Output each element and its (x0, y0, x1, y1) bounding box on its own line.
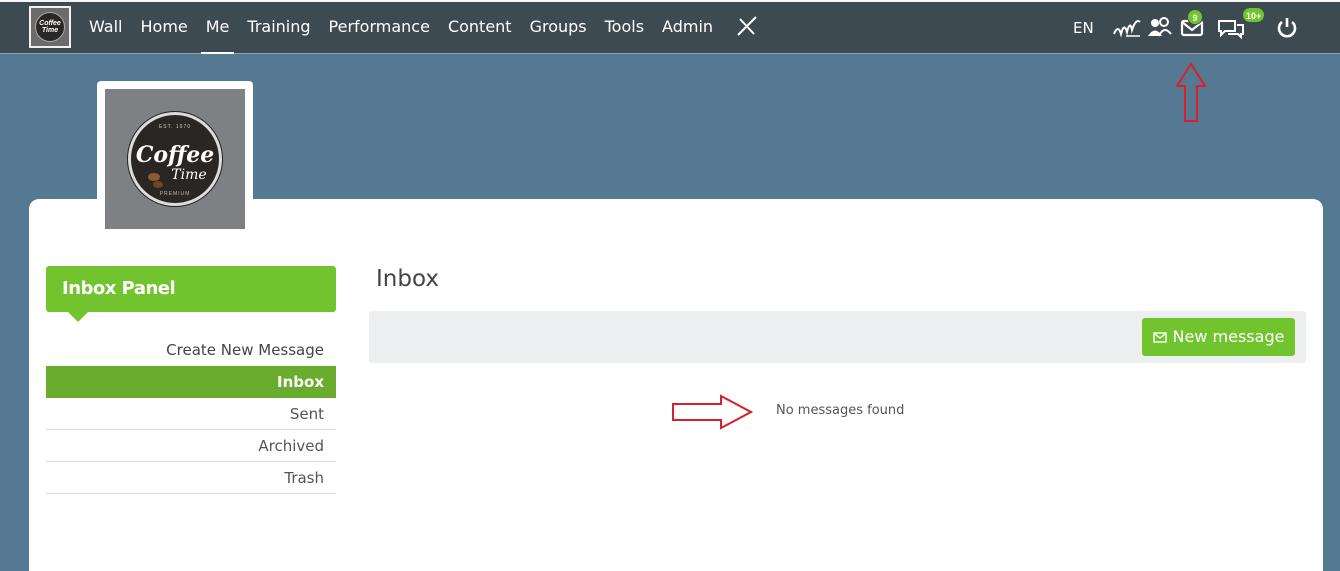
logo-premium-text: PREMIUM (159, 191, 191, 197)
menu-sent[interactable]: Sent (46, 398, 336, 430)
close-x-icon[interactable] (736, 3, 758, 53)
nav-content[interactable]: Content (439, 2, 521, 54)
profile-picture[interactable]: EST. 1970 Coffee Time PREMIUM (97, 81, 253, 237)
signature-icon[interactable] (1112, 16, 1142, 38)
menu-inbox[interactable]: Inbox (46, 366, 336, 398)
home-logo[interactable]: Coffee Time (29, 6, 71, 48)
annotation-up-arrow-icon (1175, 62, 1207, 129)
inbox-menu: Create New Message Inbox Sent Archived T… (46, 334, 336, 494)
logo-word-time: Time (171, 167, 207, 183)
empty-state-text: No messages found (776, 403, 905, 418)
envelope-icon (1152, 319, 1167, 357)
main-nav: Wall Home Me Training Performance Conten… (80, 2, 758, 54)
chat-count-badge: 10+ (1242, 7, 1266, 23)
logo-text: Coffee Time (39, 20, 61, 34)
chat-icon[interactable] (1217, 18, 1245, 40)
language-selector[interactable]: EN (1073, 19, 1094, 37)
page-title: Inbox (376, 266, 439, 292)
new-message-label: New message (1172, 327, 1285, 346)
nav-wall[interactable]: Wall (80, 2, 132, 54)
nav-home[interactable]: Home (132, 2, 197, 54)
top-navbar: Coffee Time Wall Home Me Training Perfor… (0, 0, 1340, 54)
coffee-time-logo: EST. 1970 Coffee Time PREMIUM (128, 112, 222, 206)
inbox-toolbar: New message (369, 311, 1306, 363)
nav-me[interactable]: Me (197, 2, 239, 54)
nav-training[interactable]: Training (238, 2, 319, 54)
mail-count-badge: 9 (1187, 9, 1203, 25)
logo-est-text: EST. 1970 (158, 124, 192, 130)
annotation-right-arrow-icon (671, 394, 754, 435)
nav-performance[interactable]: Performance (320, 2, 439, 54)
logo-badge: Coffee Time (35, 12, 65, 42)
menu-trash[interactable]: Trash (46, 462, 336, 494)
nav-tools[interactable]: Tools (596, 2, 653, 54)
profile-image: EST. 1970 Coffee Time PREMIUM (105, 89, 245, 229)
menu-archived[interactable]: Archived (46, 430, 336, 462)
users-icon[interactable] (1147, 16, 1173, 38)
logo-word-coffee: Coffee (135, 142, 215, 168)
power-icon[interactable] (1276, 17, 1298, 39)
new-message-button[interactable]: New message (1142, 318, 1295, 356)
menu-create-new-message[interactable]: Create New Message (46, 334, 336, 366)
nav-groups[interactable]: Groups (521, 2, 596, 54)
inbox-panel-header: Inbox Panel (46, 266, 336, 322)
nav-admin[interactable]: Admin (653, 2, 722, 54)
